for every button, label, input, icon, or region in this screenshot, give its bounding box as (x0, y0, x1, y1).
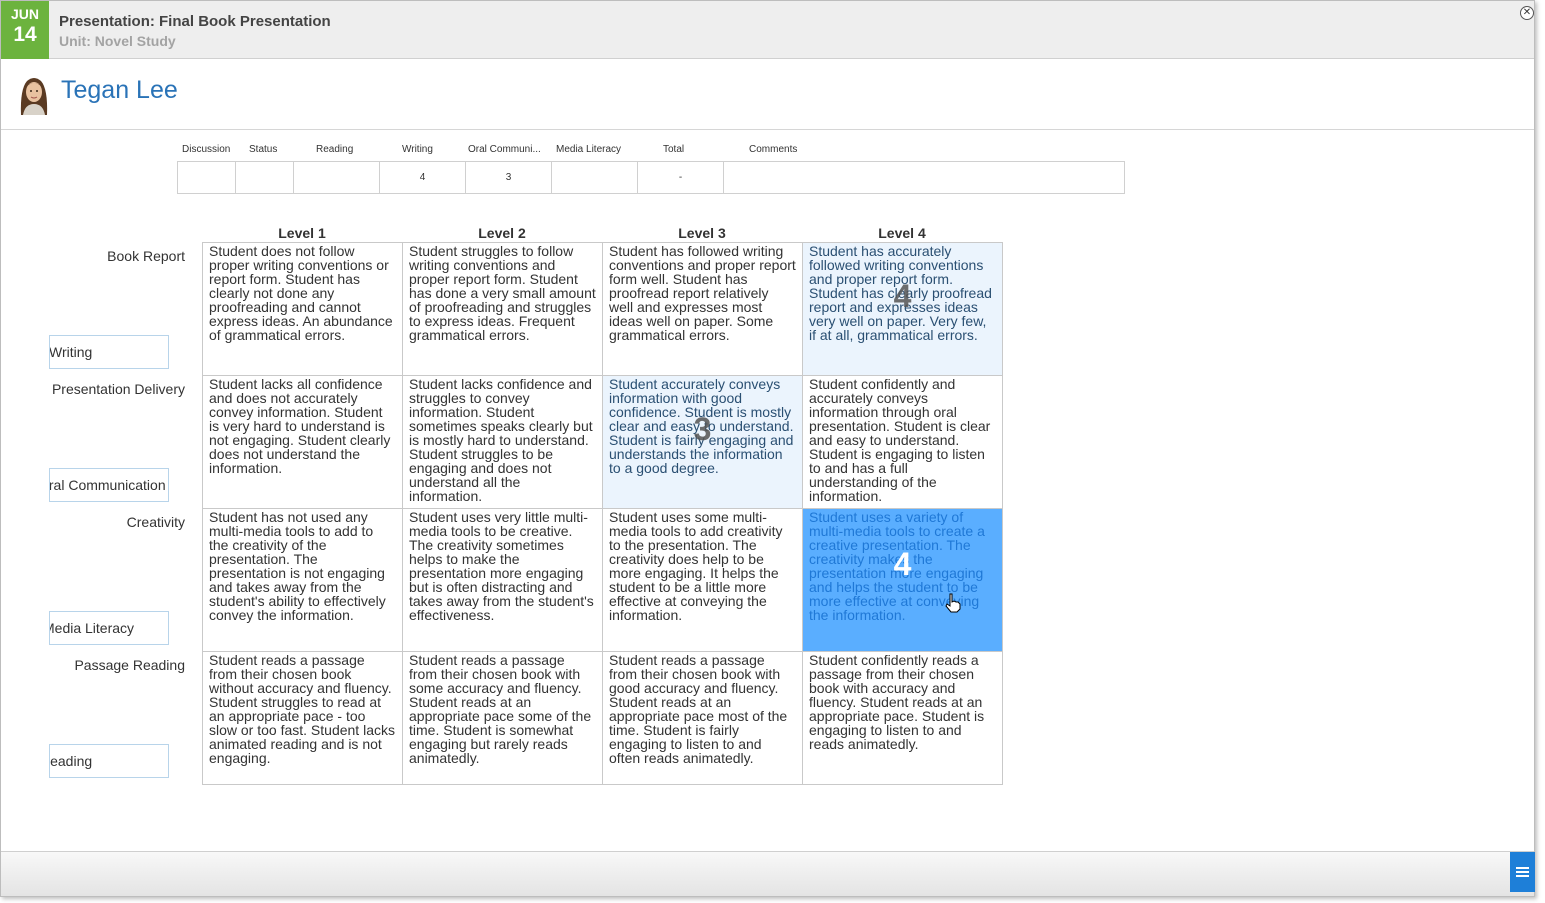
rubric-row: Student reads a passage from their chose… (202, 651, 1003, 785)
rubric-cell-selected[interactable]: Student accurately conveys information w… (602, 375, 803, 509)
criterion-label: Presentation Delivery (51, 381, 185, 397)
hand-cursor-icon (945, 593, 961, 613)
date-day: 14 (13, 23, 37, 46)
grade-col-header: Status (249, 144, 278, 155)
rubric-cell[interactable]: Student struggles to follow writing conv… (402, 242, 603, 376)
avatar (17, 75, 51, 115)
grade-modal: JUN 14 Presentation: Final Book Presenta… (0, 0, 1535, 897)
rubric-cell-selected[interactable]: Student has accurately followed writing … (802, 242, 1003, 376)
assignment-header: JUN 14 Presentation: Final Book Presenta… (1, 1, 1534, 59)
unit-label: Unit: Novel Study (59, 33, 176, 49)
category-field-media-literacy[interactable]: Media Literacy (49, 611, 169, 645)
level-header: Level 4 (878, 225, 926, 241)
category-name: Media Literacy (49, 620, 135, 636)
rubric-cell[interactable]: Student reads a passage from their chose… (202, 651, 403, 785)
category-name: Reading (50, 753, 93, 769)
rubric-cell[interactable]: Student lacks confidence and struggles t… (402, 375, 603, 509)
close-icon[interactable]: ✕ (1520, 6, 1534, 20)
level-header: Level 1 (278, 225, 326, 241)
student-name[interactable]: Tegan Lee (61, 76, 178, 105)
rubric-cell[interactable]: Student uses some multi-media tools to a… (602, 508, 803, 652)
grade-cell-status[interactable] (236, 162, 294, 193)
level-header: Level 3 (678, 225, 726, 241)
rubric-row: Student lacks all confidence and does no… (202, 375, 1003, 509)
grade-col-header: Writing (402, 144, 433, 155)
grade-col-header: Oral Communi... (468, 144, 541, 155)
rubric-cell[interactable]: Student has followed writing conventions… (602, 242, 803, 376)
rubric-cell-selected-hover[interactable]: Student uses a variety of multi-media to… (802, 508, 1003, 652)
grade-col-header: Comments (749, 144, 798, 155)
category-field-writing[interactable]: Writing (49, 335, 169, 369)
grade-col-header: Total (663, 144, 685, 155)
rubric-cell[interactable]: Student lacks all confidence and does no… (202, 375, 403, 509)
grade-col-header: Reading (316, 144, 354, 155)
criterion-label: Creativity (126, 514, 185, 530)
criterion-label: Passage Reading (74, 657, 185, 673)
grade-cell-total: - (638, 162, 724, 193)
rubric-cell[interactable]: Student confidently reads a passage from… (802, 651, 1003, 785)
modal-footer (1, 851, 1534, 896)
rubric-cell[interactable]: Student has not used any multi-media too… (202, 508, 403, 652)
level-header: Level 2 (478, 225, 526, 241)
grade-cell-discussion[interactable] (178, 162, 236, 193)
grade-col-header: Media Literacy (556, 144, 622, 155)
rubric-cell[interactable]: Student reads a passage from their chose… (402, 651, 603, 785)
date-month: JUN (10, 6, 39, 22)
grade-cell-comments[interactable] (724, 162, 1124, 193)
rubric-cell[interactable]: Student uses very little multi-media too… (402, 508, 603, 652)
grade-col-header: Discussion (182, 144, 231, 155)
hamburger-menu-icon[interactable] (1510, 852, 1535, 892)
category-field-reading[interactable]: Reading (49, 744, 169, 778)
date-badge: JUN 14 (1, 1, 49, 59)
grade-cell-media-literacy[interactable] (552, 162, 638, 193)
grade-cell-writing[interactable]: 4 (380, 162, 466, 193)
rubric-cell[interactable]: Student reads a passage from their chose… (602, 651, 803, 785)
category-name: Writing (49, 344, 93, 360)
assignment-title: Presentation: Final Book Presentation (59, 13, 331, 30)
rubric-cell[interactable]: Student does not follow proper writing c… (202, 242, 403, 376)
category-field-oral-communication[interactable]: Oral Communication (49, 468, 169, 502)
grade-cell-reading[interactable] (294, 162, 380, 193)
criterion-label: Book Report (107, 248, 185, 264)
rubric-row: Student does not follow proper writing c… (202, 242, 1003, 376)
grades-summary-row: 4 3 - (177, 161, 1125, 194)
student-header: Tegan Lee (1, 59, 1534, 130)
rubric-table: Student does not follow proper writing c… (202, 242, 1003, 785)
rubric-row: Student has not used any multi-media too… (202, 508, 1003, 652)
rubric-cell[interactable]: Student confidently and accurately conve… (802, 375, 1003, 509)
category-name: Oral Communication (49, 477, 166, 493)
grade-cell-oral-communication[interactable]: 3 (466, 162, 552, 193)
